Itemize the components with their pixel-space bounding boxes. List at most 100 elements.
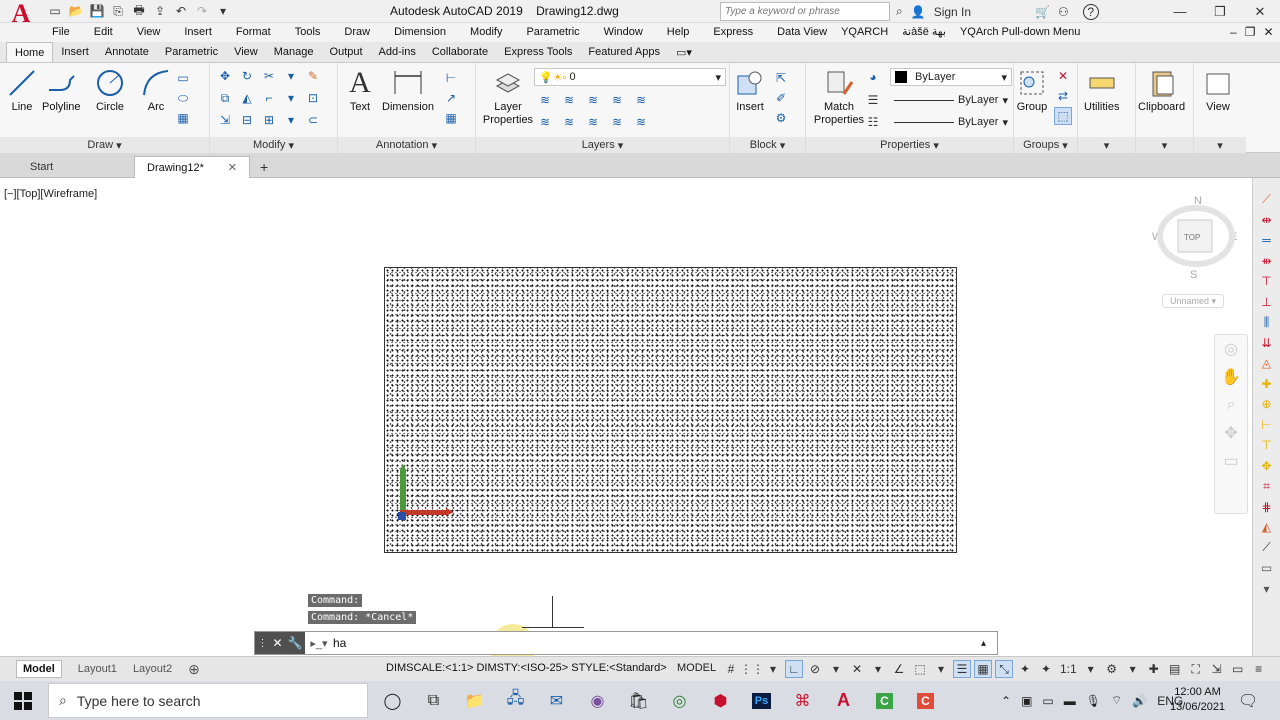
save-as-icon[interactable]: ⎘ xyxy=(109,2,127,20)
menu-modify[interactable]: Modify xyxy=(470,26,502,38)
rectangle-icon[interactable]: ▭ xyxy=(174,69,192,87)
layer-isolate-icon[interactable]: ≋ xyxy=(560,91,578,109)
tab-start[interactable]: Start xyxy=(18,156,130,178)
close-tab-icon[interactable]: ✕ xyxy=(228,161,237,174)
cart-icon[interactable]: 🛒 xyxy=(1035,5,1050,19)
model-space-button[interactable]: MODEL xyxy=(677,662,716,674)
clipboard-expand-icon[interactable]: ▾ xyxy=(1136,137,1193,153)
isodraft-icon[interactable]: ✕ xyxy=(848,660,866,678)
tab-parametric[interactable]: Parametric xyxy=(157,42,226,62)
tab-featured-apps[interactable]: Featured Apps xyxy=(580,42,668,62)
dim-linear-icon[interactable]: ⟋ xyxy=(1258,190,1276,208)
doc-close-icon[interactable]: ✕ xyxy=(1263,25,1273,39)
isolate-objects-icon[interactable]: ⇲ xyxy=(1208,660,1226,678)
tab-drawing12[interactable]: Drawing12* ✕ xyxy=(134,156,250,178)
add-layout-button[interactable]: ⊕ xyxy=(182,660,206,678)
ungroup-icon[interactable]: ✕ xyxy=(1054,67,1072,85)
tray-app-icon[interactable]: ▣ xyxy=(1021,694,1032,708)
table-icon[interactable]: ▦ xyxy=(442,109,460,127)
dim-override-icon[interactable]: ▾ xyxy=(1258,580,1276,598)
save-dropdown-icon[interactable]: ▾ xyxy=(214,2,232,20)
dim-center-icon[interactable]: ⊕ xyxy=(1258,395,1276,413)
leader-icon[interactable]: ↗ xyxy=(442,89,460,107)
showmotion-icon[interactable]: ▭ xyxy=(1215,447,1247,475)
dim-diameter-icon[interactable]: ⇊ xyxy=(1258,334,1276,352)
circle-button[interactable]: Circle xyxy=(94,67,126,113)
auto-scale-icon[interactable]: ✦ xyxy=(1037,660,1055,678)
stretch-icon[interactable]: ⇲ xyxy=(216,111,234,129)
layer-unisolate-icon[interactable]: ≋ xyxy=(560,113,578,131)
menu-file[interactable]: File xyxy=(52,26,70,38)
osnap-dropdown-icon[interactable]: ▾ xyxy=(932,660,950,678)
sign-in-button[interactable]: Sign In xyxy=(934,5,971,19)
transparency-icon[interactable]: ▦ xyxy=(974,660,992,678)
units-icon[interactable]: ▤ xyxy=(1166,660,1184,678)
mirror-icon[interactable]: ◭ xyxy=(238,89,256,107)
color-wheel-icon[interactable]: ◕ xyxy=(864,68,882,86)
view-button[interactable]: View xyxy=(1202,67,1234,113)
group-button[interactable]: Group xyxy=(1016,67,1048,113)
acrobat-icon[interactable]: ⌘ xyxy=(782,681,823,720)
layer-thaw-icon[interactable]: ≋ xyxy=(584,113,602,131)
menu-yqarch[interactable]: YQARCH xyxy=(841,26,888,38)
layer-off-icon[interactable]: ≋ xyxy=(536,91,554,109)
tab-add-ins[interactable]: Add-ins xyxy=(371,42,424,62)
annotation-visibility-icon[interactable]: ✦ xyxy=(1016,660,1034,678)
menu-format[interactable]: Format xyxy=(236,26,271,38)
workspace-dropdown-icon[interactable]: ▾ xyxy=(1124,660,1142,678)
viewport-controls[interactable]: [−][Top][Wireframe] xyxy=(4,188,97,200)
menu-express[interactable]: Express xyxy=(713,26,753,38)
snap-icon[interactable]: ⋮⋮ xyxy=(740,660,764,678)
photoshop-icon[interactable]: Ps xyxy=(741,681,782,720)
save-icon[interactable]: 💾 xyxy=(88,2,106,20)
utilities-expand-icon[interactable]: ▾ xyxy=(1078,137,1135,153)
dim-radius-icon[interactable]: ⫼ xyxy=(1258,313,1276,331)
dim-arc-icon[interactable]: ⊤ xyxy=(1258,272,1276,290)
group-edit-icon[interactable]: ⇄ xyxy=(1054,87,1072,105)
dim-ordinate-icon[interactable]: ⊥ xyxy=(1258,293,1276,311)
tab-insert[interactable]: Insert xyxy=(53,42,97,62)
new-tab-button[interactable]: + xyxy=(254,156,274,178)
viber-icon[interactable]: ◉ xyxy=(577,681,618,720)
volume-icon[interactable]: 🔊 xyxy=(1132,694,1147,708)
move-icon[interactable]: ✥ xyxy=(216,67,234,85)
customize-icon[interactable]: 🔧 xyxy=(288,636,303,650)
plot-icon[interactable]: 🖶 xyxy=(130,2,148,20)
linetype-dropdown[interactable]: ByLayer ▾ xyxy=(890,113,1012,131)
layout-tab-layout2[interactable]: Layout2 xyxy=(127,660,178,678)
ribbon-options-icon[interactable]: ▭▾ xyxy=(668,42,700,62)
close-icon[interactable]: ✕ xyxy=(1240,4,1280,20)
clipboard-button[interactable]: Clipboard xyxy=(1138,67,1185,113)
layer-on-icon[interactable]: ≋ xyxy=(536,113,554,131)
layer-freeze-icon[interactable]: ≋ xyxy=(584,91,602,109)
close-command-icon[interactable]: ✕ xyxy=(272,636,282,650)
ortho-icon[interactable]: ∟ xyxy=(785,660,803,678)
minimize-icon[interactable]: — xyxy=(1160,4,1200,19)
command-history-toggle-icon[interactable]: ▴ xyxy=(981,638,997,649)
store-icon[interactable]: 🛍 xyxy=(618,681,659,720)
edit-attributes-icon[interactable]: ⚙ xyxy=(772,109,790,127)
tab-home[interactable]: Home xyxy=(6,42,54,62)
publish-icon[interactable]: ⇪ xyxy=(151,2,169,20)
app-badge-icon[interactable]: ⬢ xyxy=(700,681,741,720)
polar-icon[interactable]: ⊘ xyxy=(806,660,824,678)
dim-style-icon[interactable]: ▭ xyxy=(1258,559,1276,577)
autocad-taskbar-icon[interactable]: A xyxy=(823,681,864,720)
menu-edit[interactable]: Edit xyxy=(94,26,113,38)
arc-button[interactable]: Arc xyxy=(140,67,172,113)
doc-restore-icon[interactable]: ❐ xyxy=(1245,25,1256,39)
mail-icon[interactable]: ✉ xyxy=(536,681,577,720)
modify-dropdown-icon[interactable]: ▾ xyxy=(282,67,300,85)
tray-overflow-icon[interactable]: ⌃ xyxy=(1001,694,1011,708)
tab-annotate[interactable]: Annotate xyxy=(97,42,157,62)
layer-properties-button[interactable]: Layer Properties xyxy=(480,67,536,127)
customization-icon[interactable]: ≡ xyxy=(1250,660,1268,678)
orbit-icon[interactable]: ✥ xyxy=(1215,419,1247,447)
menu-yqarch-pulldown[interactable]: YQArch Pull-down Menu xyxy=(960,26,1080,38)
microphone-icon[interactable]: 🎙 xyxy=(1086,694,1101,708)
menu-window[interactable]: Window xyxy=(604,26,643,38)
create-block-icon[interactable]: ⇱ xyxy=(772,69,790,87)
pan-icon[interactable]: ✋ xyxy=(1215,363,1247,391)
red-app-icon[interactable]: C xyxy=(905,681,946,720)
utilities-button[interactable]: Utilities xyxy=(1084,67,1119,113)
